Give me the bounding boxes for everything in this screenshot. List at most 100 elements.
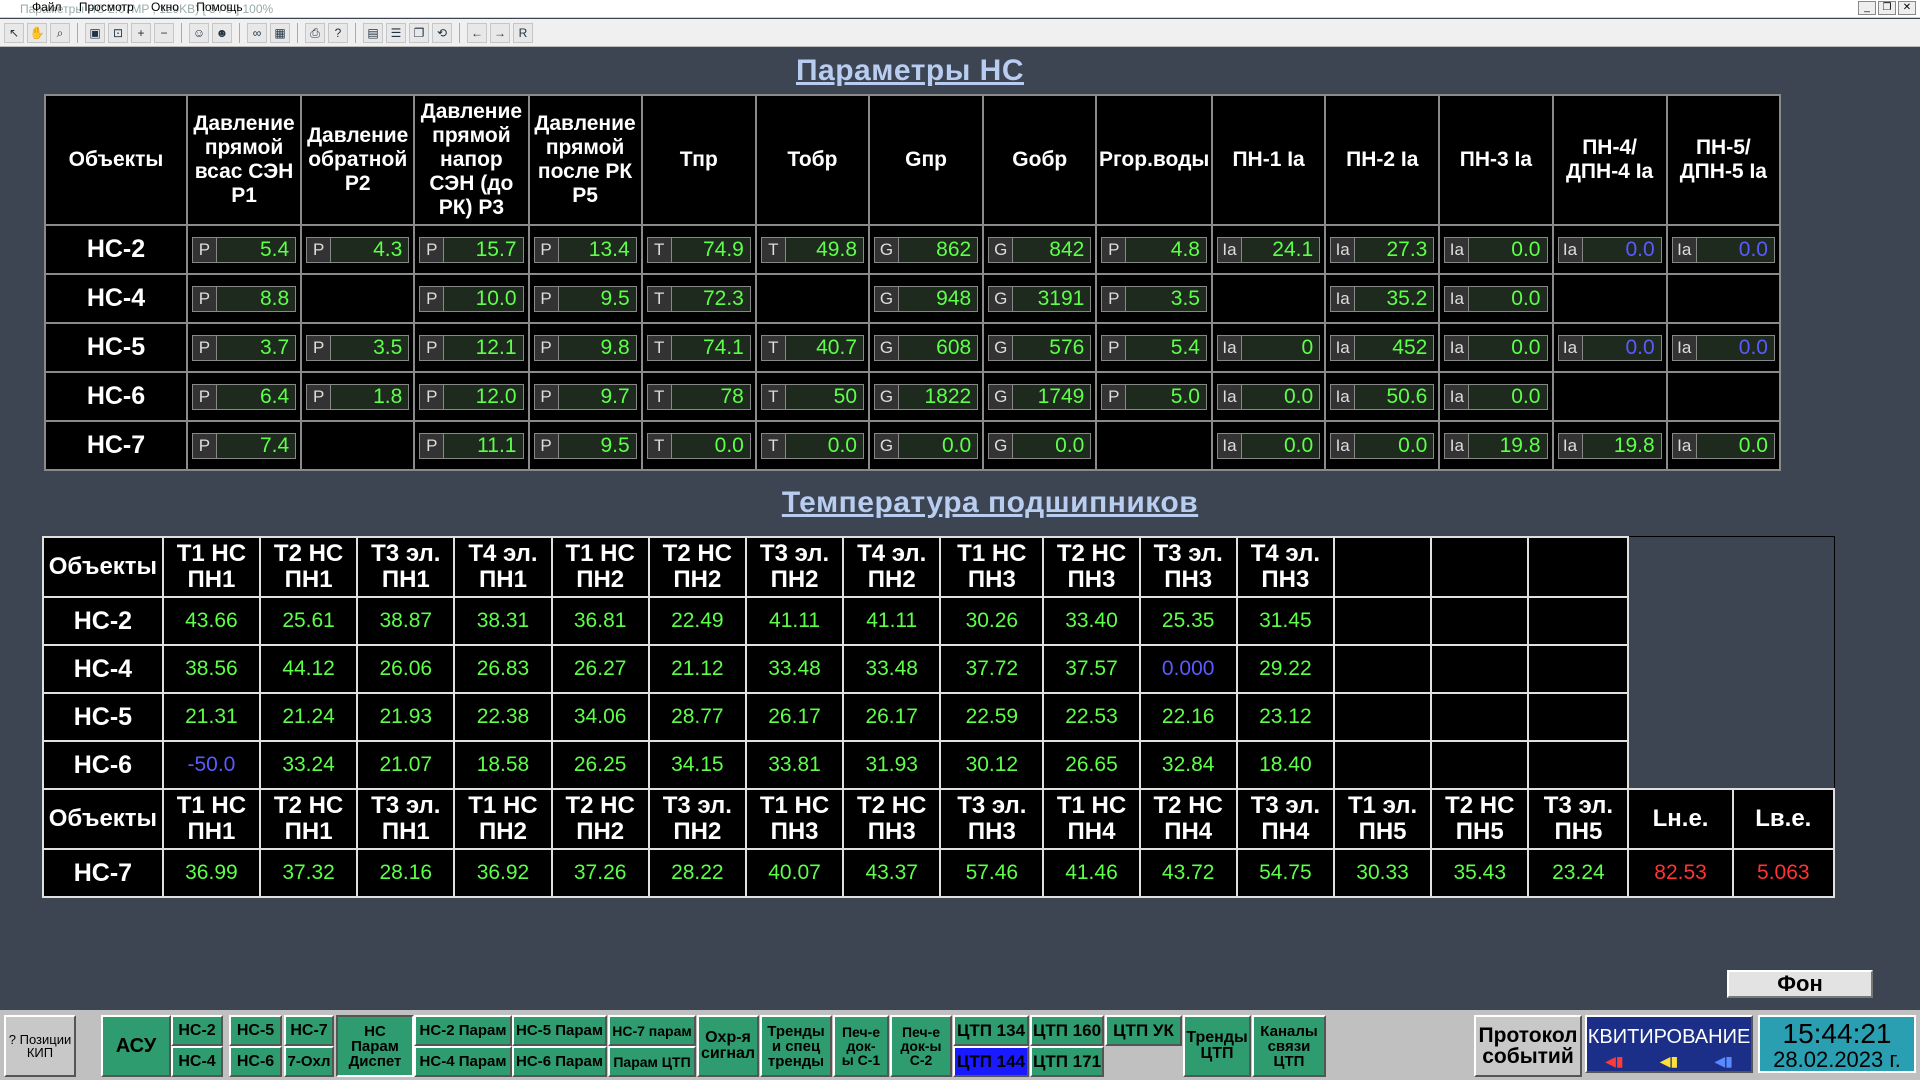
- back-icon[interactable]: ←: [467, 22, 487, 43]
- print-icon[interactable]: ⎙: [305, 22, 325, 43]
- menu-help[interactable]: Помощь: [196, 0, 242, 14]
- value-field[interactable]: Ia 0.0: [1217, 432, 1321, 459]
- zoom-in-icon[interactable]: +: [131, 22, 151, 43]
- value-field[interactable]: P 3.7: [191, 334, 297, 361]
- ctp134-button[interactable]: ЦТП 134: [953, 1015, 1029, 1046]
- people2-icon[interactable]: ☻: [212, 22, 232, 43]
- forward-icon[interactable]: →: [490, 22, 510, 43]
- value-field[interactable]: T 78: [646, 383, 751, 410]
- value-field[interactable]: Ia 452: [1330, 334, 1435, 361]
- value-field[interactable]: P 15.7: [419, 236, 524, 263]
- value-field[interactable]: P 6.4: [191, 383, 297, 410]
- ctp171-button[interactable]: ЦТП 171: [1030, 1046, 1104, 1077]
- alarm-yellow-icon[interactable]: ◀▮: [1660, 1053, 1678, 1070]
- zoom-icon[interactable]: ⌕: [50, 22, 70, 43]
- value-field[interactable]: Ia 0.0: [1444, 334, 1548, 361]
- menu-file[interactable]: Файл: [32, 0, 62, 14]
- trends-button[interactable]: Тренды и спец тренды: [760, 1015, 832, 1077]
- help-icon[interactable]: ?: [328, 22, 348, 43]
- calendar-icon[interactable]: ▦: [270, 22, 290, 43]
- value-field[interactable]: Ia 35.2: [1330, 285, 1435, 312]
- fit-icon[interactable]: ▣: [85, 22, 105, 43]
- value-field[interactable]: G 0.0: [988, 432, 1092, 459]
- ns6-button[interactable]: НС-6: [229, 1046, 282, 1077]
- ns7-button[interactable]: НС-7: [284, 1015, 334, 1046]
- layout1-icon[interactable]: ▤: [363, 22, 383, 43]
- channels-ctp-button[interactable]: Каналы связи ЦТП: [1252, 1015, 1326, 1077]
- value-field[interactable]: Ia 0.0: [1671, 236, 1775, 263]
- ns4-button[interactable]: НС-4: [171, 1046, 223, 1077]
- value-field[interactable]: G 862: [874, 236, 979, 263]
- menu-window[interactable]: Окно: [151, 0, 179, 14]
- value-field[interactable]: Ia 27.3: [1330, 236, 1435, 263]
- value-field[interactable]: Ia 0.0: [1557, 236, 1662, 263]
- zoom-fit-icon[interactable]: ⊡: [108, 22, 128, 43]
- alarm-red-icon[interactable]: ◀▮: [1605, 1053, 1623, 1070]
- ns6-param-button[interactable]: НС-6 Парам: [512, 1046, 607, 1077]
- ctp-param-button[interactable]: Парам ЦТП: [608, 1046, 696, 1077]
- value-field[interactable]: G 0.0: [874, 432, 979, 459]
- pech-c2-button[interactable]: Печ-е док-ы С-2: [890, 1015, 952, 1077]
- ns5-button[interactable]: НС-5: [229, 1015, 282, 1046]
- value-field[interactable]: Ia 0.0: [1671, 432, 1775, 459]
- value-field[interactable]: P 9.5: [533, 432, 637, 459]
- value-field[interactable]: G 3191: [988, 285, 1092, 312]
- value-field[interactable]: P 8.8: [191, 285, 297, 312]
- value-field[interactable]: P 4.3: [306, 236, 410, 263]
- fon-button[interactable]: Фон: [1727, 970, 1873, 998]
- value-field[interactable]: P 12.1: [419, 334, 524, 361]
- value-field[interactable]: P 11.1: [419, 432, 524, 459]
- ns-param-disp-button[interactable]: НС Парам Диспет: [336, 1015, 414, 1077]
- ctp144-button[interactable]: ЦТП 144: [953, 1046, 1029, 1077]
- zoom-out-icon[interactable]: −: [154, 22, 174, 43]
- ns7-param-button[interactable]: НС-7 парам: [608, 1015, 696, 1046]
- value-field[interactable]: T 72.3: [646, 285, 751, 312]
- asu-button[interactable]: АСУ: [101, 1015, 171, 1077]
- value-field[interactable]: P 1.8: [306, 383, 410, 410]
- value-field[interactable]: P 4.8: [1101, 236, 1207, 263]
- minimize-icon[interactable]: _: [1858, 1, 1876, 15]
- value-field[interactable]: P 5.0: [1101, 383, 1207, 410]
- ns5-param-button[interactable]: НС-5 Парам: [512, 1015, 607, 1046]
- alarm-blue-icon[interactable]: ◀▮: [1714, 1053, 1732, 1070]
- value-field[interactable]: Ia 0.0: [1330, 432, 1435, 459]
- value-field[interactable]: G 576: [988, 334, 1092, 361]
- value-field[interactable]: T 74.9: [646, 236, 751, 263]
- value-field[interactable]: Ia 19.8: [1557, 432, 1662, 459]
- value-field[interactable]: P 12.0: [419, 383, 524, 410]
- layout2-icon[interactable]: ☰: [386, 22, 406, 43]
- value-field[interactable]: P 9.5: [533, 285, 637, 312]
- value-field[interactable]: T 49.8: [760, 236, 864, 263]
- ns2-param-button[interactable]: НС-2 Парам: [414, 1015, 512, 1046]
- value-field[interactable]: Ia 0.0: [1444, 383, 1548, 410]
- ns2-button[interactable]: НС-2: [171, 1015, 223, 1046]
- people-icon[interactable]: ☺: [189, 22, 209, 43]
- ns4-param-button[interactable]: НС-4 Парам: [414, 1046, 512, 1077]
- close-icon[interactable]: ✕: [1898, 1, 1916, 15]
- value-field[interactable]: P 3.5: [306, 334, 410, 361]
- hand-icon[interactable]: ✋: [27, 22, 47, 43]
- value-field[interactable]: Ia 19.8: [1444, 432, 1548, 459]
- value-field[interactable]: G 1822: [874, 383, 979, 410]
- acknowledge-panel[interactable]: КВИТИРОВАНИЕ ◀▮ ◀▮ ◀▮: [1585, 1015, 1753, 1073]
- value-field[interactable]: P 5.4: [191, 236, 297, 263]
- refresh-icon[interactable]: ⟲: [432, 22, 452, 43]
- cursor-icon[interactable]: ↖: [4, 22, 24, 43]
- value-field[interactable]: Ia 0.0: [1444, 236, 1548, 263]
- value-field[interactable]: P 3.5: [1101, 285, 1207, 312]
- value-field[interactable]: P 7.4: [191, 432, 297, 459]
- protocol-events-button[interactable]: Протокол событий: [1474, 1015, 1582, 1077]
- restore-icon[interactable]: ❐: [1878, 1, 1896, 15]
- trends-ctp-button[interactable]: Тренды ЦТП: [1183, 1015, 1251, 1077]
- value-field[interactable]: P 5.4: [1101, 334, 1207, 361]
- value-field[interactable]: Ia 0: [1217, 334, 1321, 361]
- value-field[interactable]: Ia 0.0: [1671, 334, 1775, 361]
- value-field[interactable]: P 13.4: [533, 236, 637, 263]
- value-field[interactable]: G 1749: [988, 383, 1092, 410]
- value-field[interactable]: G 608: [874, 334, 979, 361]
- ctp160-button[interactable]: ЦТП 160: [1030, 1015, 1104, 1046]
- value-field[interactable]: T 40.7: [760, 334, 864, 361]
- value-field[interactable]: P 9.7: [533, 383, 637, 410]
- r-icon[interactable]: R: [513, 22, 533, 43]
- value-field[interactable]: T 0.0: [760, 432, 864, 459]
